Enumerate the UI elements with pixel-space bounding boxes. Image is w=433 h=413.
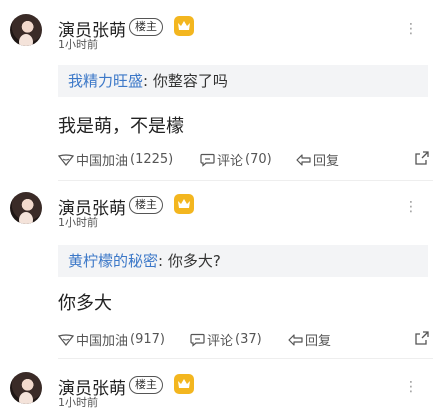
quoted-author[interactable]: 我精力旺盛 (68, 72, 143, 90)
divider (58, 180, 433, 181)
crown-icon (174, 194, 194, 214)
like-button[interactable]: 中国加油 (917) (58, 330, 165, 349)
like-button[interactable]: 中国加油 (1225) (58, 150, 173, 169)
more-vertical-icon[interactable]: ⋮ (404, 380, 418, 394)
quoted-text: 你整容了吗 (152, 72, 228, 90)
like-count: (917) (130, 332, 165, 347)
quote-separator: : (158, 252, 168, 270)
divider (58, 358, 433, 359)
host-badge: 楼主 (129, 376, 163, 394)
comment-content: 你多大 (58, 293, 112, 314)
like-label: 中国加油 (76, 154, 129, 169)
comment-count: (70) (245, 152, 272, 167)
comment-content: 我是萌，不是檬 (58, 116, 184, 137)
quote-separator: : (143, 72, 153, 90)
quoted-text: 你多大? (167, 252, 221, 270)
comment-icon (200, 153, 215, 167)
post-time: 1小时前 (58, 396, 98, 409)
share-icon[interactable] (414, 150, 430, 170)
comment-label: 评论 (217, 154, 244, 169)
comment-button[interactable]: 评论 (37) (190, 330, 262, 349)
share-icon[interactable] (414, 330, 430, 350)
comment-label: 评论 (207, 334, 234, 349)
post-time: 1小时前 (58, 216, 98, 229)
post-time: 1小时前 (58, 38, 98, 51)
like-count: (1225) (130, 152, 174, 167)
crown-icon (174, 16, 194, 36)
like-icon (58, 153, 74, 166)
reply-button[interactable]: 回复 (296, 150, 339, 169)
more-vertical-icon[interactable]: ⋮ (404, 22, 418, 36)
host-badge: 楼主 (129, 18, 163, 36)
action-bar: 中国加油 (917) 评论 (37) 回复 (58, 330, 430, 350)
reply-label: 回复 (313, 154, 340, 169)
comment-button[interactable]: 评论 (70) (200, 150, 272, 169)
avatar[interactable] (10, 14, 42, 46)
reply-icon (296, 153, 311, 166)
avatar[interactable] (10, 372, 42, 404)
reply-icon (288, 333, 303, 346)
comment-count: (37) (235, 332, 262, 347)
quoted-reply[interactable]: 我精力旺盛: 你整容了吗 (58, 65, 428, 97)
reply-label: 回复 (305, 334, 332, 349)
like-icon (58, 333, 74, 346)
comment-icon (190, 333, 205, 347)
more-vertical-icon[interactable]: ⋮ (404, 200, 418, 214)
host-badge: 楼主 (129, 196, 163, 214)
quoted-reply[interactable]: 黄柠檬的秘密: 你多大? (58, 245, 428, 277)
crown-icon (174, 374, 194, 394)
avatar[interactable] (10, 192, 42, 224)
reply-button[interactable]: 回复 (288, 330, 331, 349)
quoted-author[interactable]: 黄柠檬的秘密 (68, 252, 158, 270)
action-bar: 中国加油 (1225) 评论 (70) 回复 (58, 150, 430, 170)
like-label: 中国加油 (76, 334, 129, 349)
